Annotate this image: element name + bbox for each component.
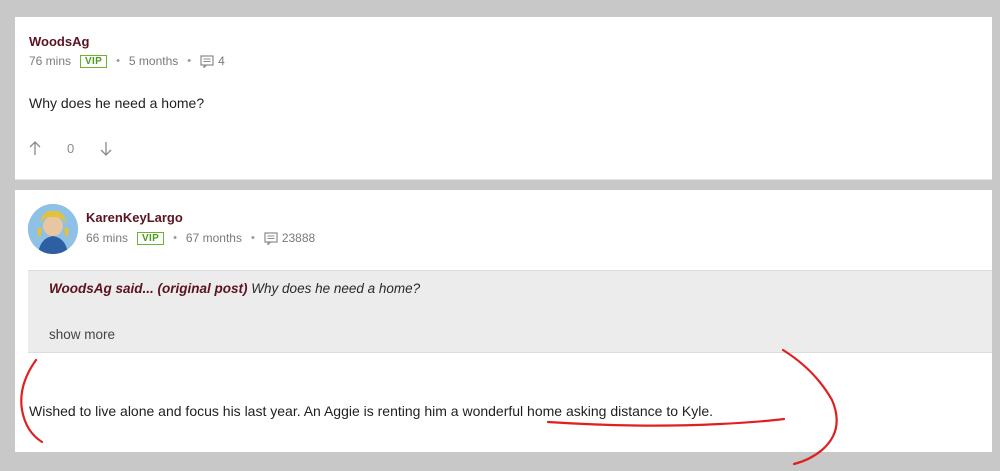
quoted-post: WoodsAg said... (original post) Why does… bbox=[28, 270, 992, 353]
quote-source[interactable]: (original post) bbox=[158, 281, 248, 296]
post-card-woodsag: WoodsAg 76 mins VIP • 5 months • 4 Why d… bbox=[15, 17, 992, 180]
reply-count[interactable]: 4 bbox=[200, 54, 225, 68]
post-card-karenkeylargo: KarenKeyLargo 66 mins VIP • 67 months • … bbox=[15, 190, 992, 452]
post-username[interactable]: WoodsAg bbox=[29, 34, 89, 49]
separator-dot: • bbox=[250, 232, 255, 244]
post-body: Why does he need a home? bbox=[29, 95, 205, 111]
show-more-link[interactable]: show more bbox=[49, 327, 115, 342]
upvote-icon[interactable] bbox=[29, 141, 41, 156]
separator-dot: • bbox=[187, 55, 192, 67]
reply-count-value: 4 bbox=[218, 54, 225, 68]
separator-dot: • bbox=[116, 55, 120, 67]
comments-icon bbox=[264, 231, 278, 245]
post-age: 67 months bbox=[185, 231, 242, 245]
post-mins: 76 mins bbox=[29, 54, 72, 68]
avatar[interactable] bbox=[28, 204, 78, 254]
post-meta: 76 mins VIP • 5 months • 4 bbox=[29, 54, 225, 68]
vote-bar: 0 bbox=[29, 141, 112, 156]
post-meta: 66 mins VIP • 67 months • 23888 bbox=[86, 231, 315, 245]
post-age: 5 months bbox=[128, 54, 179, 68]
reply-count-value: 23888 bbox=[281, 231, 316, 245]
vip-badge: VIP bbox=[137, 231, 165, 245]
post-body: Wished to live alone and focus his last … bbox=[29, 403, 714, 419]
comments-icon bbox=[200, 54, 214, 68]
vip-badge: VIP bbox=[80, 54, 108, 68]
reply-count[interactable]: 23888 bbox=[264, 231, 315, 245]
post-mins: 66 mins bbox=[86, 231, 129, 245]
separator-dot: • bbox=[173, 232, 177, 244]
vote-count: 0 bbox=[67, 141, 75, 156]
downvote-icon[interactable] bbox=[100, 141, 112, 156]
quote-text: Why does he need a home? bbox=[251, 281, 421, 296]
quote-line: WoodsAg said... (original post) Why does… bbox=[49, 281, 420, 296]
post-username[interactable]: KarenKeyLargo bbox=[86, 210, 183, 225]
quote-author[interactable]: WoodsAg said... bbox=[49, 281, 154, 296]
